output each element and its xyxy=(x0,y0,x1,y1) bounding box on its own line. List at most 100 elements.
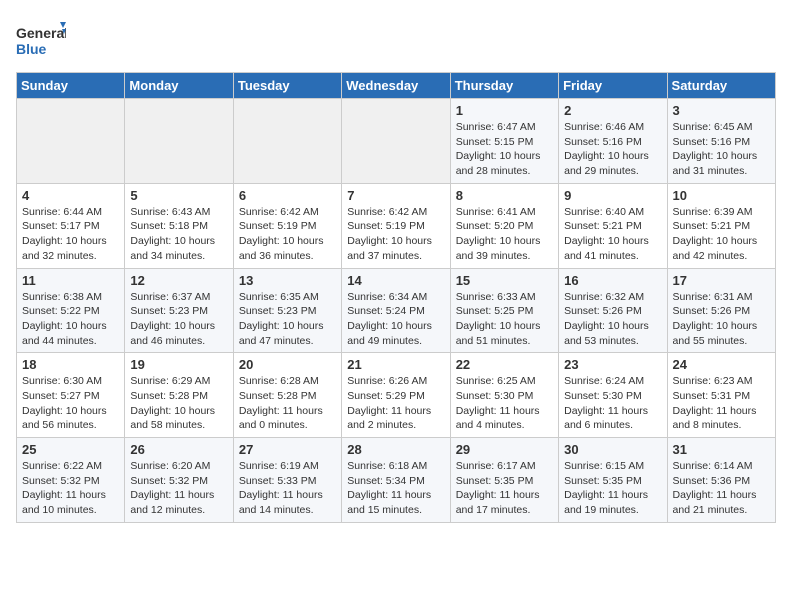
calendar-cell: 2 Sunrise: 6:46 AM Sunset: 5:16 PM Daylig… xyxy=(559,99,667,184)
calendar-cell: 7Sunrise: 6:42 AM Sunset: 5:19 PM Daylig… xyxy=(342,183,450,268)
calendar-cell: 6 Sunrise: 6:42 AM Sunset: 5:19 PM Daylig… xyxy=(233,183,341,268)
day-info: Sunrise: 6:44 AM Sunset: 5:17 PM Dayligh… xyxy=(22,205,119,264)
calendar-cell: 14Sunrise: 6:34 AM Sunset: 5:24 PM Dayli… xyxy=(342,268,450,353)
day-number: 1 xyxy=(456,103,553,118)
day-number: 8 xyxy=(456,188,553,203)
day-info: Sunrise: 6:23 AM Sunset: 5:31 PM Dayligh… xyxy=(673,374,770,433)
day-number: 3 xyxy=(673,103,770,118)
day-number: 28 xyxy=(347,442,444,457)
day-info: Sunrise: 6:37 AM Sunset: 5:23 PM Dayligh… xyxy=(130,290,227,349)
day-info: Sunrise: 6:15 AM Sunset: 5:35 PM Dayligh… xyxy=(564,459,661,518)
calendar-cell xyxy=(125,99,233,184)
calendar-cell: 3 Sunrise: 6:45 AM Sunset: 5:16 PM Daylig… xyxy=(667,99,775,184)
calendar-cell: 4 Sunrise: 6:44 AM Sunset: 5:17 PM Daylig… xyxy=(17,183,125,268)
day-number: 21 xyxy=(347,357,444,372)
day-info: Sunrise: 6:31 AM Sunset: 5:26 PM Dayligh… xyxy=(673,290,770,349)
calendar-cell: 16 Sunrise: 6:32 AM Sunset: 5:26 PM Dayli… xyxy=(559,268,667,353)
day-info: Sunrise: 6:38 AM Sunset: 5:22 PM Dayligh… xyxy=(22,290,119,349)
day-info: Sunrise: 6:17 AM Sunset: 5:35 PM Dayligh… xyxy=(456,459,553,518)
calendar-cell: 31Sunrise: 6:14 AM Sunset: 5:36 PM Dayli… xyxy=(667,438,775,523)
day-number: 15 xyxy=(456,273,553,288)
day-number: 19 xyxy=(130,357,227,372)
weekday-header: Friday xyxy=(559,73,667,99)
header: General Blue xyxy=(16,16,776,64)
calendar-cell: 20 Sunrise: 6:28 AM Sunset: 5:28 PM Dayli… xyxy=(233,353,341,438)
weekday-header: Saturday xyxy=(667,73,775,99)
day-info: Sunrise: 6:33 AM Sunset: 5:25 PM Dayligh… xyxy=(456,290,553,349)
day-info: Sunrise: 6:40 AM Sunset: 5:21 PM Dayligh… xyxy=(564,205,661,264)
day-number: 10 xyxy=(673,188,770,203)
calendar-week-row: 11 Sunrise: 6:38 AM Sunset: 5:22 PM Dayli… xyxy=(17,268,776,353)
svg-text:General: General xyxy=(16,25,66,41)
calendar-cell xyxy=(17,99,125,184)
weekday-header: Monday xyxy=(125,73,233,99)
weekday-header: Wednesday xyxy=(342,73,450,99)
calendar-week-row: 25Sunrise: 6:22 AM Sunset: 5:32 PM Dayli… xyxy=(17,438,776,523)
day-info: Sunrise: 6:46 AM Sunset: 5:16 PM Dayligh… xyxy=(564,120,661,179)
calendar-cell: 21 Sunrise: 6:26 AM Sunset: 5:29 PM Dayli… xyxy=(342,353,450,438)
calendar-cell: 30Sunrise: 6:15 AM Sunset: 5:35 PM Dayli… xyxy=(559,438,667,523)
day-number: 23 xyxy=(564,357,661,372)
day-number: 2 xyxy=(564,103,661,118)
day-number: 25 xyxy=(22,442,119,457)
calendar-cell xyxy=(342,99,450,184)
calendar-cell: 19 Sunrise: 6:29 AM Sunset: 5:28 PM Dayli… xyxy=(125,353,233,438)
calendar-week-row: 4 Sunrise: 6:44 AM Sunset: 5:17 PM Daylig… xyxy=(17,183,776,268)
day-info: Sunrise: 6:28 AM Sunset: 5:28 PM Dayligh… xyxy=(239,374,336,433)
day-number: 11 xyxy=(22,273,119,288)
day-info: Sunrise: 6:32 AM Sunset: 5:26 PM Dayligh… xyxy=(564,290,661,349)
day-number: 26 xyxy=(130,442,227,457)
day-info: Sunrise: 6:19 AM Sunset: 5:33 PM Dayligh… xyxy=(239,459,336,518)
day-number: 16 xyxy=(564,273,661,288)
calendar-cell: 5 Sunrise: 6:43 AM Sunset: 5:18 PM Daylig… xyxy=(125,183,233,268)
calendar-cell: 1Sunrise: 6:47 AM Sunset: 5:15 PM Daylig… xyxy=(450,99,558,184)
calendar-cell: 27 Sunrise: 6:19 AM Sunset: 5:33 PM Dayli… xyxy=(233,438,341,523)
calendar-cell: 22 Sunrise: 6:25 AM Sunset: 5:30 PM Dayli… xyxy=(450,353,558,438)
calendar-cell: 18Sunrise: 6:30 AM Sunset: 5:27 PM Dayli… xyxy=(17,353,125,438)
day-number: 24 xyxy=(673,357,770,372)
calendar-cell: 24 Sunrise: 6:23 AM Sunset: 5:31 PM Dayli… xyxy=(667,353,775,438)
day-number: 22 xyxy=(456,357,553,372)
day-info: Sunrise: 6:43 AM Sunset: 5:18 PM Dayligh… xyxy=(130,205,227,264)
day-number: 6 xyxy=(239,188,336,203)
logo: General Blue xyxy=(16,16,66,64)
calendar-cell: 17Sunrise: 6:31 AM Sunset: 5:26 PM Dayli… xyxy=(667,268,775,353)
day-number: 20 xyxy=(239,357,336,372)
weekday-header: Thursday xyxy=(450,73,558,99)
day-number: 27 xyxy=(239,442,336,457)
calendar-cell: 10 Sunrise: 6:39 AM Sunset: 5:21 PM Dayli… xyxy=(667,183,775,268)
calendar-table: SundayMondayTuesdayWednesdayThursdayFrid… xyxy=(16,72,776,523)
day-info: Sunrise: 6:14 AM Sunset: 5:36 PM Dayligh… xyxy=(673,459,770,518)
calendar-cell xyxy=(233,99,341,184)
day-info: Sunrise: 6:39 AM Sunset: 5:21 PM Dayligh… xyxy=(673,205,770,264)
calendar-cell: 11 Sunrise: 6:38 AM Sunset: 5:22 PM Dayli… xyxy=(17,268,125,353)
calendar-header-row: SundayMondayTuesdayWednesdayThursdayFrid… xyxy=(17,73,776,99)
calendar-cell: 23 Sunrise: 6:24 AM Sunset: 5:30 PM Dayli… xyxy=(559,353,667,438)
day-info: Sunrise: 6:41 AM Sunset: 5:20 PM Dayligh… xyxy=(456,205,553,264)
calendar-cell: 28 Sunrise: 6:18 AM Sunset: 5:34 PM Dayli… xyxy=(342,438,450,523)
calendar-cell: 29Sunrise: 6:17 AM Sunset: 5:35 PM Dayli… xyxy=(450,438,558,523)
day-info: Sunrise: 6:29 AM Sunset: 5:28 PM Dayligh… xyxy=(130,374,227,433)
day-number: 14 xyxy=(347,273,444,288)
calendar-cell: 8 Sunrise: 6:41 AM Sunset: 5:20 PM Daylig… xyxy=(450,183,558,268)
calendar-week-row: 1Sunrise: 6:47 AM Sunset: 5:15 PM Daylig… xyxy=(17,99,776,184)
day-info: Sunrise: 6:30 AM Sunset: 5:27 PM Dayligh… xyxy=(22,374,119,433)
day-info: Sunrise: 6:45 AM Sunset: 5:16 PM Dayligh… xyxy=(673,120,770,179)
weekday-header: Tuesday xyxy=(233,73,341,99)
day-info: Sunrise: 6:18 AM Sunset: 5:34 PM Dayligh… xyxy=(347,459,444,518)
calendar-body: 1Sunrise: 6:47 AM Sunset: 5:15 PM Daylig… xyxy=(17,99,776,523)
day-number: 7 xyxy=(347,188,444,203)
day-info: Sunrise: 6:24 AM Sunset: 5:30 PM Dayligh… xyxy=(564,374,661,433)
svg-text:Blue: Blue xyxy=(16,41,47,57)
day-info: Sunrise: 6:20 AM Sunset: 5:32 PM Dayligh… xyxy=(130,459,227,518)
day-info: Sunrise: 6:42 AM Sunset: 5:19 PM Dayligh… xyxy=(239,205,336,264)
calendar-cell: 12Sunrise: 6:37 AM Sunset: 5:23 PM Dayli… xyxy=(125,268,233,353)
day-info: Sunrise: 6:26 AM Sunset: 5:29 PM Dayligh… xyxy=(347,374,444,433)
weekday-header: Sunday xyxy=(17,73,125,99)
day-info: Sunrise: 6:25 AM Sunset: 5:30 PM Dayligh… xyxy=(456,374,553,433)
calendar-cell: 15 Sunrise: 6:33 AM Sunset: 5:25 PM Dayli… xyxy=(450,268,558,353)
day-number: 4 xyxy=(22,188,119,203)
calendar-week-row: 18Sunrise: 6:30 AM Sunset: 5:27 PM Dayli… xyxy=(17,353,776,438)
day-number: 5 xyxy=(130,188,227,203)
day-info: Sunrise: 6:35 AM Sunset: 5:23 PM Dayligh… xyxy=(239,290,336,349)
